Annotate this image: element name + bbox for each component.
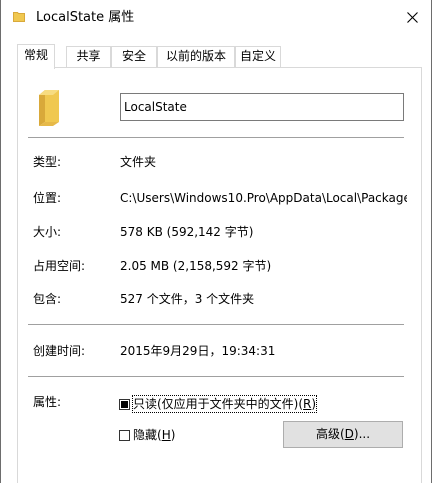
hidden-checkbox[interactable] xyxy=(119,429,130,441)
divider xyxy=(28,324,404,325)
advanced-button[interactable]: 高级(D)... xyxy=(283,421,403,448)
type-label: 类型: xyxy=(33,155,62,169)
contains-value: 527 个文件，3 个文件夹 xyxy=(120,292,255,306)
title-bar[interactable]: LocalState 属性 xyxy=(1,0,431,34)
close-icon xyxy=(406,11,418,23)
tab-previous-versions[interactable]: 以前的版本 xyxy=(157,46,235,67)
readonly-checkbox-label: 只读(仅应用于文件夹中的文件)(R) xyxy=(131,395,318,413)
readonly-checkbox-row[interactable]: 只读(仅应用于文件夹中的文件)(R) xyxy=(119,395,318,413)
close-button[interactable] xyxy=(401,6,423,28)
location-label: 位置: xyxy=(33,191,62,205)
readonly-checkbox[interactable] xyxy=(119,398,130,410)
divider xyxy=(28,137,404,138)
tab-general[interactable]: 常规 xyxy=(17,44,55,69)
folder-icon xyxy=(13,12,25,22)
hidden-checkbox-label: 隐藏(H) xyxy=(133,428,176,442)
size-value: 578 KB (592,142 字节) xyxy=(120,225,254,239)
created-label: 创建时间: xyxy=(33,344,86,358)
tab-label: 共享 xyxy=(76,49,101,63)
contains-label: 包含: xyxy=(33,292,62,306)
type-value: 文件夹 xyxy=(120,155,157,169)
attributes-label: 属性: xyxy=(33,395,62,409)
tab-security[interactable]: 安全 xyxy=(111,46,157,67)
folder-name-input[interactable] xyxy=(120,93,404,121)
hidden-checkbox-row[interactable]: 隐藏(H) xyxy=(119,427,175,443)
tab-label: 以前的版本 xyxy=(165,49,226,63)
size-on-disk-value: 2.05 MB (2,158,592 字节) xyxy=(120,259,272,273)
size-on-disk-label: 占用空间: xyxy=(33,259,86,273)
tab-label: 常规 xyxy=(23,48,48,62)
folder-icon xyxy=(39,90,59,126)
size-label: 大小: xyxy=(33,225,62,239)
general-tab-panel: 类型: 文件夹 位置: C:\Users\Windows10.Pro\AppDa… xyxy=(17,67,422,483)
divider xyxy=(28,376,404,377)
properties-window: LocalState 属性 常规 共享 安全 以前的版本 自定义 LocalSt… xyxy=(0,0,432,483)
created-value: 2015年9月29日，19:34:31 xyxy=(120,344,276,358)
tab-customize[interactable]: 自定义 xyxy=(235,46,281,67)
tab-sharing[interactable]: 共享 xyxy=(66,46,111,67)
tab-strip: 常规 共享 安全 以前的版本 自定义 xyxy=(17,44,422,69)
tab-label: 安全 xyxy=(121,49,146,63)
window-title: LocalState 属性 xyxy=(36,10,135,25)
location-value[interactable]: C:\Users\Windows10.Pro\AppData\Local\Pac… xyxy=(120,190,407,206)
tab-label: 自定义 xyxy=(239,49,276,63)
